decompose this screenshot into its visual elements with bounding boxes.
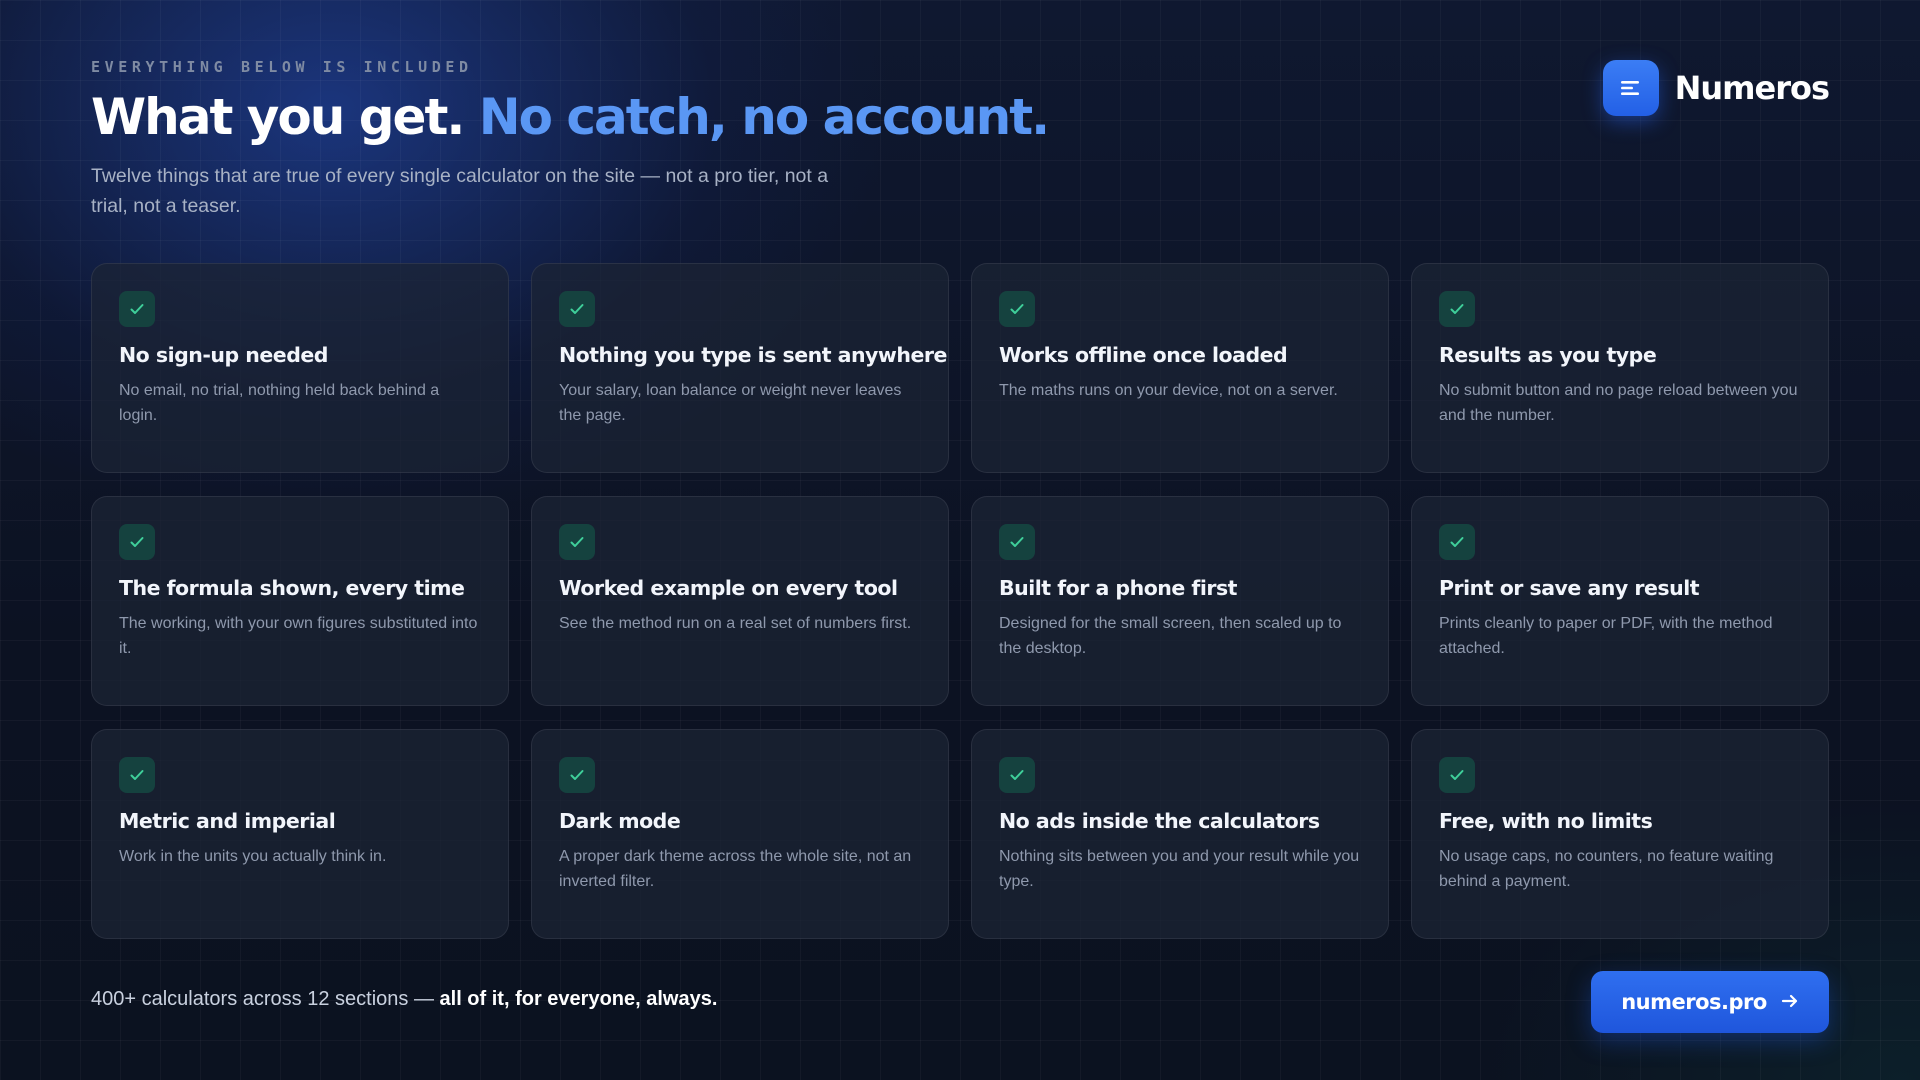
feature-title: Built for a phone first (999, 576, 1237, 600)
check-icon (119, 291, 155, 327)
feature-title: Dark mode (559, 809, 681, 833)
feature-description: Work in the units you actually think in. (119, 848, 387, 865)
menu-lines-icon (1602, 60, 1659, 116)
feature-card: The formula shown, every time The working… (91, 496, 509, 706)
feature-description: Nothing sits between you and your result… (999, 848, 1360, 890)
page-title-main: What you get. (91, 88, 465, 146)
footer-summary-bold: all of it, for everyone, always. (439, 988, 718, 1010)
arrow-right-icon (1781, 993, 1799, 1012)
check-icon (119, 524, 155, 560)
check-icon (559, 524, 595, 560)
feature-card: Built for a phone first Designed for the … (971, 496, 1389, 706)
feature-description: A proper dark theme across the whole sit… (559, 848, 912, 890)
check-icon (559, 291, 595, 327)
check-icon (1439, 757, 1475, 793)
brand: Numeros (1602, 60, 1830, 116)
feature-title: Works offline once loaded (999, 343, 1288, 367)
site-link-label: numeros.pro (1621, 990, 1767, 1014)
feature-card: Dark mode A proper dark theme across the … (531, 729, 949, 939)
feature-card: No sign-up needed No email, no trial, not… (91, 263, 509, 473)
feature-card: Worked example on every tool See the meth… (531, 496, 949, 706)
check-icon (999, 524, 1035, 560)
feature-title: Metric and imperial (119, 809, 336, 833)
feature-title: Free, with no limits (1439, 809, 1653, 833)
check-icon (559, 757, 595, 793)
feature-title: Print or save any result (1439, 576, 1700, 600)
feature-description: See the method run on a real set of numb… (559, 615, 912, 632)
check-icon (119, 757, 155, 793)
feature-card: Works offline once loaded The maths runs … (971, 263, 1389, 473)
feature-card: Metric and imperial Work in the units you… (91, 729, 509, 939)
feature-card: Results as you type No submit button and … (1411, 263, 1829, 473)
feature-description: Designed for the small screen, then scal… (999, 615, 1342, 657)
brand-name: Numeros (1674, 69, 1830, 107)
feature-description: No submit button and no page reload betw… (1439, 382, 1798, 424)
feature-description: The working, with your own figures subst… (119, 615, 478, 657)
feature-card: No ads inside the calculators Nothing sit… (971, 729, 1389, 939)
check-icon (999, 757, 1035, 793)
feature-title: Worked example on every tool (559, 576, 898, 600)
feature-card: Free, with no limits No usage caps, no co… (1411, 729, 1829, 939)
eyebrow-label: EVERYTHING BELOW IS INCLUDED (91, 58, 473, 76)
feature-description: Prints cleanly to paper or PDF, with the… (1439, 615, 1773, 657)
feature-description: The maths runs on your device, not on a … (999, 382, 1338, 399)
feature-description: Your salary, loan balance or weight neve… (559, 382, 902, 424)
feature-card: Print or save any result Prints cleanly t… (1411, 496, 1829, 706)
feature-title: No sign-up needed (119, 343, 328, 367)
feature-title: Results as you type (1439, 343, 1657, 367)
site-link-button[interactable]: numeros.pro (1591, 971, 1829, 1033)
page: EVERYTHING BELOW IS INCLUDED What you ge… (0, 0, 1920, 1080)
feature-description: No email, no trial, nothing held back be… (119, 382, 440, 424)
page-title-accent: No catch, no account. (478, 88, 1050, 146)
feature-grid: No sign-up needed No email, no trial, not… (91, 263, 1829, 939)
check-icon (999, 291, 1035, 327)
feature-card: Nothing you type is sent anywhere Your sa… (531, 263, 949, 473)
feature-title: The formula shown, every time (119, 576, 465, 600)
feature-title: No ads inside the calculators (999, 809, 1320, 833)
footer-summary-plain: 400+ calculators across 12 sections — (91, 988, 440, 1010)
check-icon (1439, 291, 1475, 327)
feature-description: No usage caps, no counters, no feature w… (1439, 848, 1774, 890)
page-title: What you get. No catch, no account. (91, 88, 1050, 146)
page-subtitle: Twelve things that are true of every sin… (91, 165, 829, 217)
feature-title: Nothing you type is sent anywhere (559, 343, 947, 367)
footer-summary: 400+ calculators across 12 sections — al… (91, 988, 717, 1011)
check-icon (1439, 524, 1475, 560)
